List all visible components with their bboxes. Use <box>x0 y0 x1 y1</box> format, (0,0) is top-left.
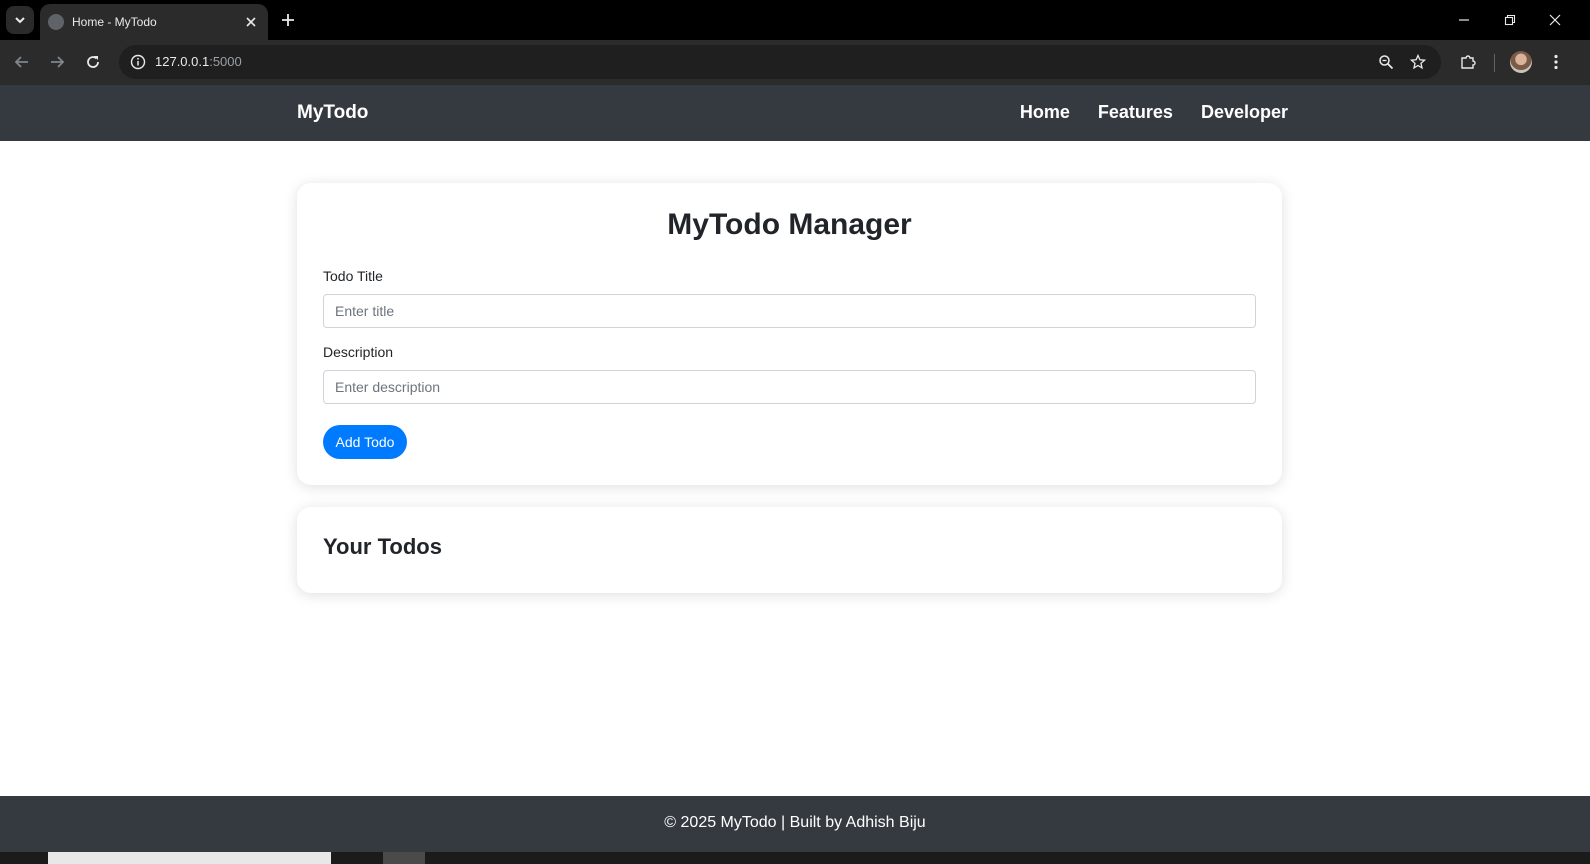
os-taskbar <box>0 852 1590 864</box>
back-button[interactable] <box>8 48 36 76</box>
zoom-button[interactable] <box>1373 49 1399 75</box>
info-icon <box>130 54 146 70</box>
toolbar-divider <box>1494 54 1495 72</box>
brand-logo[interactable]: MyTodo <box>297 102 368 124</box>
browser-toolbar: 127.0.0.1:5000 <box>0 40 1590 85</box>
site-navbar: MyTodo Home Features Developer <box>0 85 1590 141</box>
nav-link-developer[interactable]: Developer <box>1201 102 1288 123</box>
chevron-down-icon <box>15 17 25 24</box>
more-vertical-icon <box>1554 54 1558 70</box>
star-icon <box>1410 54 1426 70</box>
todo-title-label: Todo Title <box>323 268 383 284</box>
nav-link-home[interactable]: Home <box>1020 102 1070 123</box>
bookmark-button[interactable] <box>1405 49 1431 75</box>
browser-tab[interactable]: Home - MyTodo <box>40 4 268 40</box>
tab-title: Home - MyTodo <box>72 15 157 29</box>
site-footer: © 2025 MyTodo | Built by Adhish Biju <box>0 796 1590 852</box>
tab-search-button[interactable] <box>6 6 34 34</box>
forward-button[interactable] <box>43 48 71 76</box>
close-icon <box>1549 14 1561 26</box>
todos-heading: Your Todos <box>323 534 442 559</box>
restore-button[interactable] <box>1496 6 1524 34</box>
globe-icon <box>48 14 64 30</box>
reload-icon <box>87 56 99 68</box>
zoom-icon <box>1379 55 1394 70</box>
site-info-button[interactable] <box>125 49 151 75</box>
reload-button[interactable] <box>79 48 107 76</box>
taskbar-app[interactable] <box>383 852 425 864</box>
close-icon <box>246 17 256 27</box>
url-port: :5000 <box>209 54 242 69</box>
form-title: MyTodo Manager <box>667 208 912 241</box>
url-text: 127.0.0.1:5000 <box>155 54 242 69</box>
minimize-button[interactable] <box>1450 6 1478 34</box>
footer-text: © 2025 MyTodo | Built by Adhish Biju <box>664 814 926 831</box>
todo-form-card: MyTodo Manager Todo Title Description Ad… <box>297 183 1282 485</box>
url-host: 127.0.0.1 <box>155 54 210 69</box>
profile-avatar[interactable] <box>1510 51 1532 73</box>
arrow-left-icon <box>14 56 28 68</box>
new-tab-button[interactable] <box>276 8 300 32</box>
todo-title-input[interactable] <box>323 294 1256 328</box>
plus-icon <box>282 14 294 26</box>
restore-icon <box>1504 14 1516 26</box>
extensions-button[interactable] <box>1454 48 1482 76</box>
nav-link-features[interactable]: Features <box>1098 102 1173 123</box>
address-bar[interactable]: 127.0.0.1:5000 <box>119 45 1441 79</box>
todos-list-card: Your Todos <box>297 507 1282 593</box>
arrow-right-icon <box>51 56 65 68</box>
browser-tab-bar: Home - MyTodo <box>0 0 1590 40</box>
description-label: Description <box>323 344 394 360</box>
add-todo-button[interactable]: Add Todo <box>323 425 407 459</box>
close-window-button[interactable] <box>1541 6 1569 34</box>
close-tab-button[interactable] <box>240 11 262 33</box>
description-input[interactable] <box>323 370 1256 404</box>
minimize-icon <box>1459 19 1469 21</box>
browser-menu-button[interactable] <box>1542 48 1570 76</box>
puzzle-icon <box>1461 55 1476 69</box>
nav-links: Home Features Developer <box>1020 102 1288 123</box>
taskbar-window-thumbnail[interactable] <box>48 852 331 864</box>
